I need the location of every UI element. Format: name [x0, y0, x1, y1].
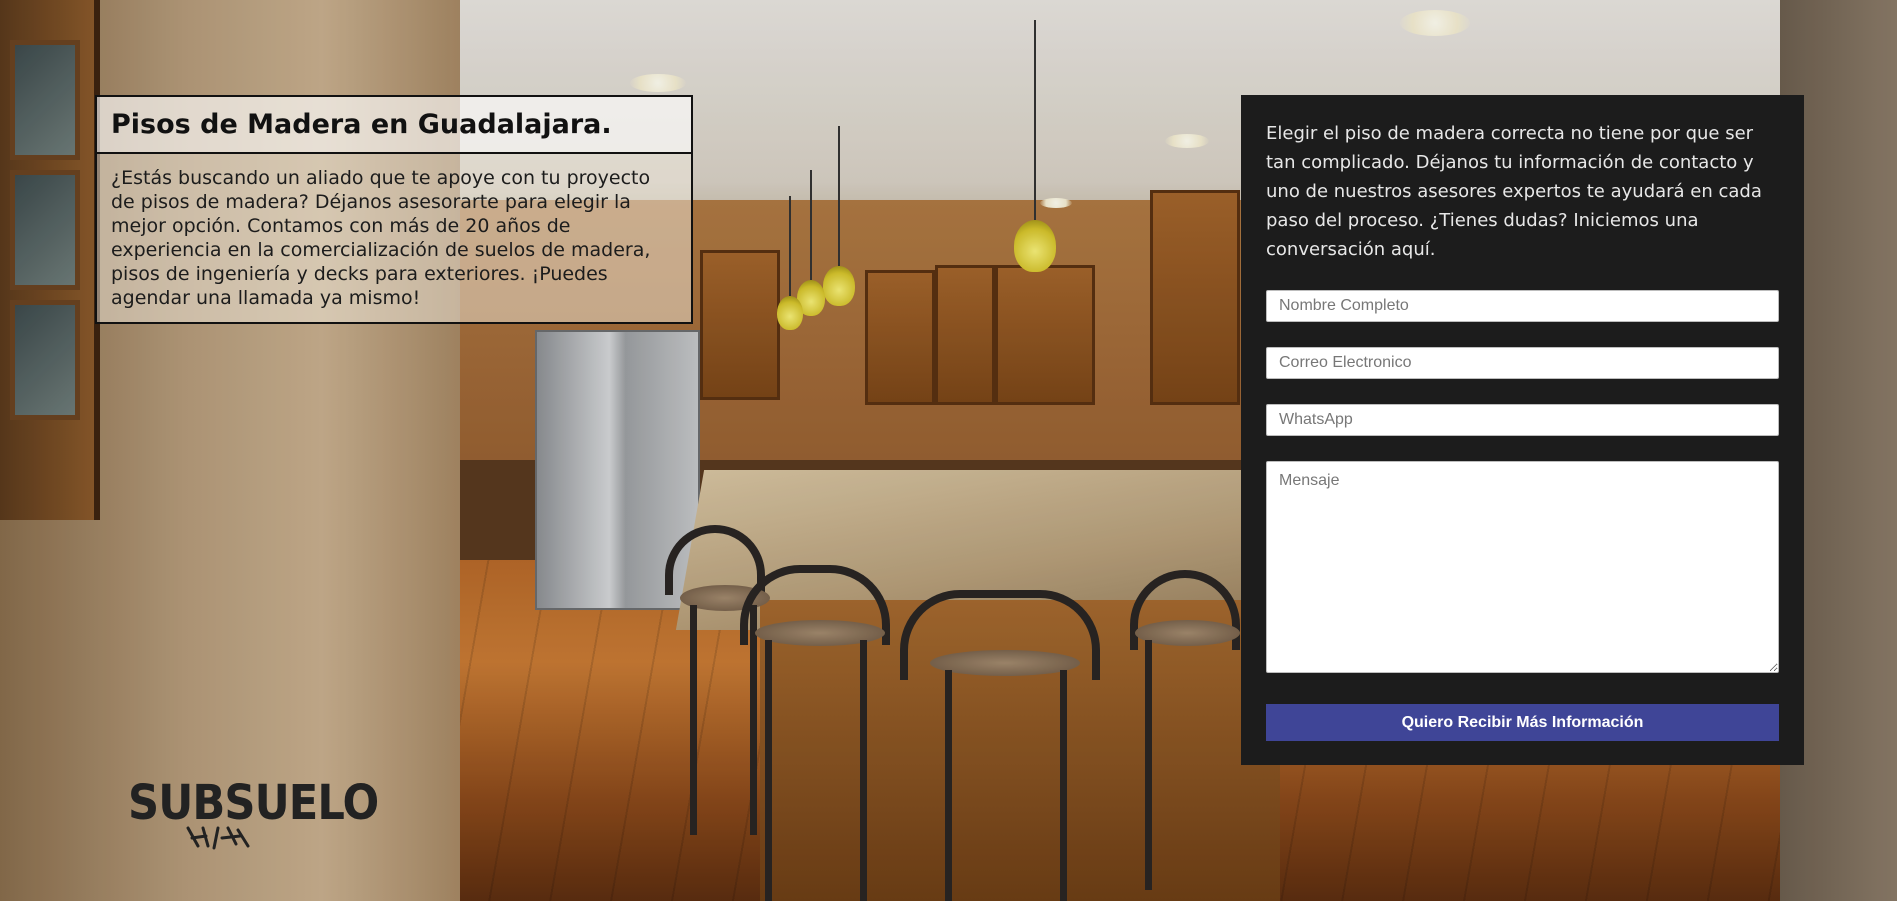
- whatsapp-field[interactable]: [1266, 404, 1779, 436]
- name-field[interactable]: [1266, 290, 1779, 322]
- submit-button[interactable]: Quiero Recibir Más Información: [1266, 704, 1779, 741]
- page-title: Pisos de Madera en Guadalajara.: [97, 97, 691, 154]
- hero-description: ¿Estás buscando un aliado que te apoye c…: [97, 154, 691, 322]
- hero-box: Pisos de Madera en Guadalajara. ¿Estás b…: [95, 95, 693, 324]
- message-field[interactable]: [1266, 461, 1779, 673]
- subsuelo-logo: SUBSUELO: [128, 775, 379, 831]
- form-intro-text: Elegir el piso de madera correcta no tie…: [1266, 123, 1762, 260]
- contact-form: Elegir el piso de madera correcta no tie…: [1241, 95, 1804, 765]
- logo-roots-icon: [186, 826, 250, 850]
- email-field[interactable]: [1266, 347, 1779, 379]
